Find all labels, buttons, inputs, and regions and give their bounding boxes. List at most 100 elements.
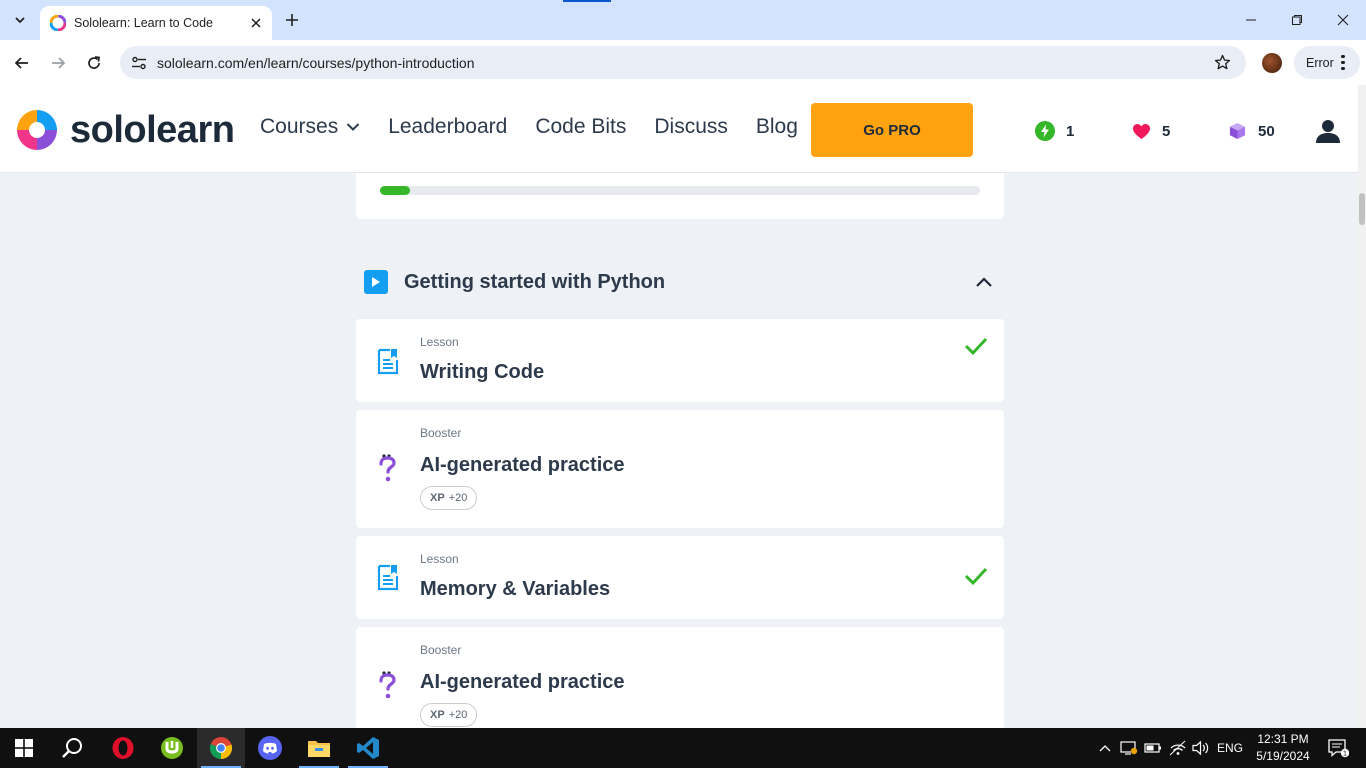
streak-counter[interactable]: 1 xyxy=(1034,120,1074,142)
notification-count: 1 xyxy=(1343,751,1347,758)
url-text[interactable]: sololearn.com/en/learn/courses/python-in… xyxy=(157,55,1212,71)
close-icon xyxy=(1337,14,1349,26)
item-type-label: Lesson xyxy=(420,552,459,566)
lesson-icon xyxy=(376,347,400,375)
nav-courses[interactable]: Courses xyxy=(260,115,360,139)
new-tab-button[interactable] xyxy=(282,10,302,30)
item-title: Memory & Variables xyxy=(420,578,611,600)
chevron-up-icon xyxy=(1099,745,1111,752)
checkmark-icon xyxy=(964,567,988,586)
clock-time: 12:31 PM xyxy=(1257,732,1309,746)
taskbar-chrome[interactable] xyxy=(197,728,245,768)
lesson-card[interactable]: Lesson Writing Code xyxy=(356,319,1004,402)
streak-count: 1 xyxy=(1066,122,1075,140)
back-button[interactable] xyxy=(7,48,37,78)
nav-code-bits[interactable]: Code Bits xyxy=(535,115,626,139)
hearts-counter[interactable]: 5 xyxy=(1130,120,1170,142)
nav-blog[interactable]: Blog xyxy=(756,115,798,139)
tray-security-icon[interactable] xyxy=(1118,728,1140,768)
lesson-icon xyxy=(376,563,400,591)
restore-icon xyxy=(1292,15,1302,25)
taskbar-search-button[interactable] xyxy=(48,728,96,768)
lesson-card[interactable]: Lesson Memory & Variables xyxy=(356,536,1004,619)
folder-icon xyxy=(308,741,330,757)
opera-icon xyxy=(112,737,134,759)
wifi-icon[interactable] xyxy=(1166,728,1190,768)
hearts-count: 5 xyxy=(1162,122,1171,140)
xp-value: +20 xyxy=(448,492,468,504)
reload-button[interactable] xyxy=(79,48,109,78)
page-scrollbar[interactable] xyxy=(1358,85,1366,728)
nav-discuss[interactable]: Discuss xyxy=(654,115,728,139)
taskbar-utorrent[interactable] xyxy=(148,728,196,768)
user-profile-icon[interactable] xyxy=(1315,118,1341,144)
tab-search-button[interactable] xyxy=(6,7,34,33)
xp-value: +20 xyxy=(448,709,468,721)
profile-avatar[interactable] xyxy=(1262,53,1282,73)
bits-count: 50 xyxy=(1258,122,1275,140)
item-title: Writing Code xyxy=(420,361,545,383)
booster-card[interactable]: Booster AI-generated practice XP +20 xyxy=(356,627,1004,728)
taskbar-clock[interactable]: 12:31 PM 5/19/2024 xyxy=(1252,731,1314,765)
booster-question-icon xyxy=(376,671,400,699)
booster-card[interactable]: Booster AI-generated practice XP +20 xyxy=(356,410,1004,528)
more-menu-icon[interactable] xyxy=(1336,54,1350,71)
sololearn-logo[interactable]: sololearn xyxy=(14,107,235,153)
discord-icon xyxy=(258,736,282,760)
start-button[interactable] xyxy=(0,728,48,768)
windows-taskbar: ENG 12:31 PM 5/19/2024 1 xyxy=(0,728,1366,768)
volume-icon[interactable] xyxy=(1190,728,1212,768)
clock-date: 5/19/2024 xyxy=(1256,749,1310,763)
item-title: AI-generated practice xyxy=(420,454,625,476)
course-progress-bar xyxy=(380,186,980,195)
streak-bolt-icon xyxy=(1034,120,1056,142)
xp-label: XP xyxy=(430,492,445,504)
error-chip-label: Error xyxy=(1306,55,1334,70)
browser-tabstrip: Sololearn: Learn to Code xyxy=(0,0,1366,40)
item-title: AI-generated practice xyxy=(420,671,625,693)
language-indicator[interactable]: ENG xyxy=(1214,728,1246,768)
item-type-label: Booster xyxy=(420,643,462,657)
site-info-icon[interactable] xyxy=(130,54,148,72)
module-header[interactable]: Getting started with Python xyxy=(356,262,1004,302)
browser-tab-active[interactable]: Sololearn: Learn to Code xyxy=(40,6,272,40)
chevron-up-icon[interactable] xyxy=(972,270,996,294)
xp-label: XP xyxy=(430,709,445,721)
tab-close-icon[interactable] xyxy=(248,15,264,31)
notification-center-button[interactable]: 1 xyxy=(1320,728,1356,768)
search-icon xyxy=(62,738,82,758)
minimize-button[interactable] xyxy=(1236,6,1266,34)
logo-text: sololearn xyxy=(70,108,235,151)
vscode-icon xyxy=(357,737,379,759)
reload-icon xyxy=(88,56,100,69)
taskbar-file-explorer[interactable] xyxy=(295,728,343,768)
chevron-down-icon xyxy=(346,120,360,134)
profile-error-chip[interactable]: Error xyxy=(1294,46,1360,79)
site-header: sololearn Courses Leaderboard Code Bits … xyxy=(0,85,1366,173)
go-pro-button[interactable]: Go PRO xyxy=(811,103,973,157)
nav-courses-label: Courses xyxy=(260,115,339,138)
taskbar-opera[interactable] xyxy=(99,728,147,768)
nav-leaderboard[interactable]: Leaderboard xyxy=(388,115,507,139)
plus-icon xyxy=(286,14,298,26)
scrollbar-thumb[interactable] xyxy=(1359,193,1365,225)
restore-button[interactable] xyxy=(1282,6,1312,34)
browser-toolbar: sololearn.com/en/learn/courses/python-in… xyxy=(0,40,1366,85)
battery-icon[interactable] xyxy=(1142,728,1164,768)
course-progress-card xyxy=(356,173,1004,219)
course-progress-fill xyxy=(380,186,410,195)
play-icon xyxy=(364,270,388,294)
bookmark-star-icon[interactable] xyxy=(1212,53,1232,73)
item-type-label: Booster xyxy=(420,426,462,440)
heart-icon xyxy=(1130,120,1152,142)
taskbar-vscode[interactable] xyxy=(344,728,392,768)
tray-overflow-button[interactable] xyxy=(1095,728,1115,768)
close-window-button[interactable] xyxy=(1328,6,1358,34)
sololearn-logo-icon xyxy=(17,110,57,150)
bits-counter[interactable]: 50 xyxy=(1226,120,1275,142)
forward-button[interactable] xyxy=(43,48,73,78)
xp-badge: XP +20 xyxy=(420,703,478,727)
address-bar[interactable]: sololearn.com/en/learn/courses/python-in… xyxy=(120,46,1246,79)
arrow-left-icon xyxy=(14,57,28,69)
taskbar-discord[interactable] xyxy=(246,728,294,768)
